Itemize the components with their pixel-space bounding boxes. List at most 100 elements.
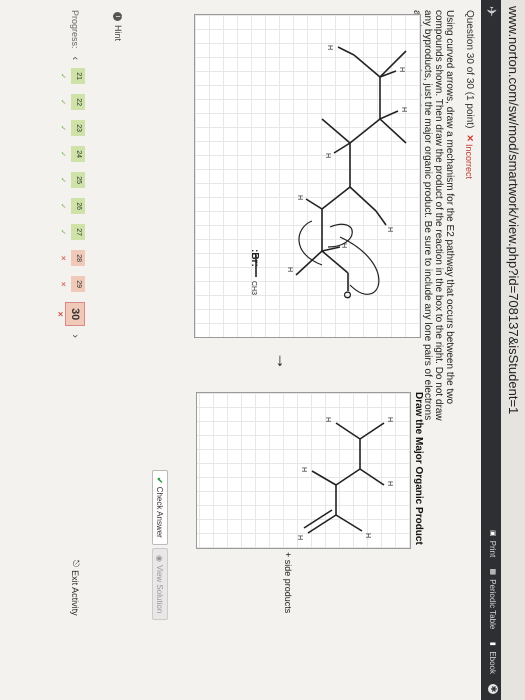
view-solution-label: View Solution <box>155 564 165 614</box>
bond <box>349 118 381 144</box>
hint-button[interactable]: i Hint <box>113 12 123 41</box>
exit-door-icon: ⎋ <box>71 560 81 568</box>
question-number: Question 30 of 30 (1 point) <box>464 10 475 129</box>
progress-question-26[interactable]: 26 ✓ <box>59 198 85 215</box>
h-atom-label: H <box>364 533 371 538</box>
status-text: Incorrect <box>464 143 475 179</box>
ebook-label: Ebook <box>488 651 498 674</box>
settings-gear-icon[interactable]: ✱ <box>488 684 498 694</box>
progress-question-28[interactable]: 28 ✕ <box>59 250 85 267</box>
bond <box>321 186 351 210</box>
h-atom-label: H <box>386 227 393 232</box>
check-icon: ✓ <box>59 125 66 132</box>
question-number-label: 21 <box>75 72 82 81</box>
incorrect-x-icon: ✕ <box>465 134 475 142</box>
check-mark-icon: ✔ <box>155 477 165 484</box>
view-solution-button[interactable]: ◉ View Solution <box>152 548 168 621</box>
printer-icon: ▣ <box>489 529 497 537</box>
bond <box>379 118 407 144</box>
periodic-table-label: Periodic Table <box>488 579 498 630</box>
question-nav: 21 ✓ 22 ✓ 23 ✓ 24 ✓ 25 ✓ 26 ✓ 27 ✓ 28 ✕ 29 ✕ 30 ✕ <box>56 68 85 327</box>
question-number-label: 25 <box>75 176 82 185</box>
hint-label: Hint <box>113 25 123 42</box>
address-bar[interactable]: www.norton.com/sw/mod/smartwork/view.php… <box>500 0 525 700</box>
reactant-structures: H H H H H H H H O :Br: CH3 <box>249 45 407 299</box>
curved-arrow <box>298 220 323 266</box>
bond <box>353 54 381 78</box>
bond <box>311 470 337 486</box>
h-atom-label: H <box>324 153 331 158</box>
bond <box>379 110 399 120</box>
question-number-label: 28 <box>75 254 82 263</box>
alkoxide-oxygen: O <box>341 291 352 299</box>
bond <box>359 468 385 486</box>
url-text: www.norton.com/sw/mod/smartwork/view.php… <box>506 6 521 415</box>
progress-question-25[interactable]: 25 ✓ <box>59 172 85 189</box>
screen: www.norton.com/sw/mod/smartwork/view.php… <box>0 0 525 700</box>
question-number-label: 29 <box>75 280 82 289</box>
progress-question-29[interactable]: 29 ✕ <box>59 276 85 293</box>
bond <box>375 210 387 226</box>
question-number-label: 27 <box>75 228 82 237</box>
check-icon: ✓ <box>59 99 66 106</box>
ebook-button[interactable]: ▮ Ebook <box>489 639 498 674</box>
h-atom-label: H <box>296 195 303 200</box>
h-atom-label: H <box>386 481 393 486</box>
double-bond <box>307 514 337 534</box>
question-header: Question 30 of 30 (1 point) ✕ Incorrect <box>464 10 475 179</box>
bond <box>305 198 323 210</box>
question-number-label: 23 <box>75 124 82 133</box>
bond <box>335 514 363 532</box>
h-atom-label: H <box>398 67 405 72</box>
question-number-label: 22 <box>75 98 82 107</box>
exit-activity-button[interactable]: ⎋ Exit Activity <box>70 560 82 616</box>
check-icon: ✓ <box>59 177 66 184</box>
progress-label: Progress: <box>70 10 80 49</box>
progress-question-30[interactable]: 30 ✕ <box>56 302 85 327</box>
question-number-label: 24 <box>75 150 82 159</box>
bond <box>321 246 341 252</box>
x-icon: ✕ <box>56 311 63 318</box>
bond <box>321 118 351 144</box>
bond <box>349 186 377 212</box>
bond <box>333 142 351 154</box>
progress-question-23[interactable]: 23 ✓ <box>59 120 85 137</box>
progress-question-22[interactable]: 22 ✓ <box>59 94 85 111</box>
methyl-label: CH3 <box>250 281 257 295</box>
check-icon: ✓ <box>59 203 66 210</box>
print-button[interactable]: ▣ Print <box>489 529 498 557</box>
periodic-table-button[interactable]: ▦ Periodic Table <box>489 567 498 629</box>
progress-bar: Progress: ‹ 21 ✓ 22 ✓ 23 ✓ 24 ✓ 25 ✓ 26 ✓ 27 ✓ 28 ✕ 29 ✕ 3… <box>56 10 85 338</box>
status-badge: ✕ Incorrect <box>464 134 476 179</box>
bond <box>337 46 355 56</box>
chevron-left-icon[interactable]: ‹ <box>69 57 81 61</box>
exit-label: Exit Activity <box>70 570 81 616</box>
eye-icon: ◉ <box>155 555 165 562</box>
h-atom-label: H <box>400 107 407 112</box>
bromine-leaving-atom: :Br: <box>249 249 260 267</box>
x-icon: ✕ <box>59 255 66 262</box>
table-icon: ▦ <box>489 568 497 576</box>
product-structure: H H H H H H <box>296 417 393 540</box>
check-icon: ✓ <box>59 229 66 236</box>
bird-logo-icon: ✈ <box>484 6 499 17</box>
progress-question-27[interactable]: 27 ✓ <box>59 224 85 241</box>
progress-question-24[interactable]: 24 ✓ <box>59 146 85 163</box>
check-answer-button[interactable]: ✔ Check Answer <box>152 470 168 545</box>
hint-info-icon: i <box>113 12 123 21</box>
progress-question-21[interactable]: 21 ✓ <box>59 68 85 85</box>
bond <box>321 250 349 274</box>
check-icon: ✓ <box>59 151 66 158</box>
chevron-right-icon[interactable]: › <box>69 334 81 338</box>
h-atom-label: H <box>300 467 307 472</box>
reaction-canvas[interactable]: H H H H H H H H O :Br: CH3 <box>194 14 421 338</box>
x-icon: ✕ <box>59 281 66 288</box>
product-box-title: Draw the Major Organic Product <box>413 392 424 545</box>
reaction-arrow-icon: → <box>273 352 293 370</box>
h-atom-label: H <box>296 535 303 540</box>
product-canvas[interactable]: H H H H H H <box>196 392 411 549</box>
bond <box>335 422 361 440</box>
h-atom-label: H <box>386 417 393 422</box>
h-atom-label: H <box>324 417 331 422</box>
bond <box>359 422 385 440</box>
